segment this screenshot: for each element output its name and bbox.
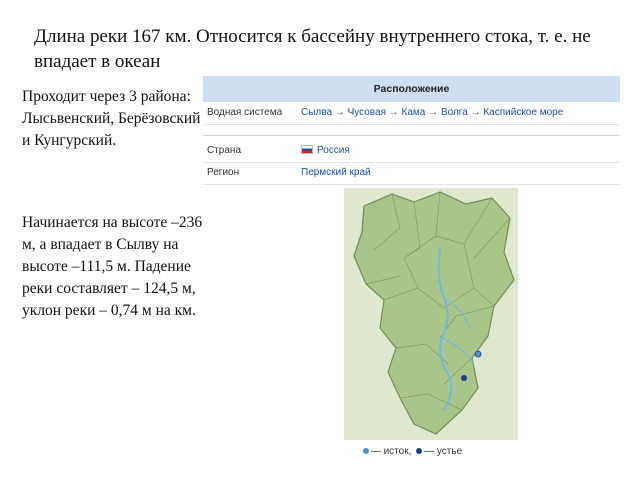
infobox-divider (203, 135, 620, 136)
water-system-label: Водная система (207, 107, 283, 118)
arrow-icon: → (334, 107, 345, 118)
country-label: Страна (207, 145, 242, 156)
slide-title: Длина реки 167 км. Относится к бассейну … (34, 26, 591, 72)
map-legend: — исток, — устье (203, 446, 620, 457)
water-system-link-sylva[interactable]: Сылва (301, 107, 332, 118)
source-dot-icon (362, 448, 369, 454)
country-link[interactable]: Россия (317, 145, 350, 156)
source-marker (474, 350, 482, 358)
districts-text: Проходит через 3 района: Лысьвенский, Бе… (22, 88, 201, 149)
mouth-marker (461, 375, 467, 381)
water-system-row: Водная система Сылва → Чусовая → Кама → … (203, 102, 620, 125)
infobox-header: Расположение (203, 76, 620, 102)
country-row: Страна Россия (203, 140, 620, 163)
mouth-dot-icon (416, 448, 423, 454)
perm-krai-map-image (344, 188, 518, 440)
region-label: Регион (207, 167, 240, 178)
region-link[interactable]: Пермский край (301, 167, 371, 178)
country-value: Россия (301, 145, 350, 156)
russia-flag-icon (301, 145, 313, 154)
water-system-link-caspian[interactable]: Каспийское море (483, 107, 563, 118)
location-infobox: Расположение Водная система Сылва → Чусо… (203, 76, 620, 464)
legend-mouth-text: — устье (424, 446, 463, 457)
water-system-link-volga[interactable]: Волга (441, 107, 468, 118)
region-map (344, 188, 518, 440)
water-system-value: Сылва → Чусовая → Кама → Волга → Каспийс… (301, 107, 563, 118)
water-system-link-kama[interactable]: Кама (402, 107, 426, 118)
arrow-icon: → (388, 107, 399, 118)
arrow-icon: → (428, 107, 439, 118)
arrow-icon: → (470, 107, 481, 118)
region-row: Регион Пермский край (203, 162, 620, 185)
elevation-text: Начинается на высоте –236 м, а впадает в… (22, 214, 203, 319)
water-system-link-chusovaya[interactable]: Чусовая (348, 107, 386, 118)
legend-source-text: — исток, (370, 446, 412, 457)
